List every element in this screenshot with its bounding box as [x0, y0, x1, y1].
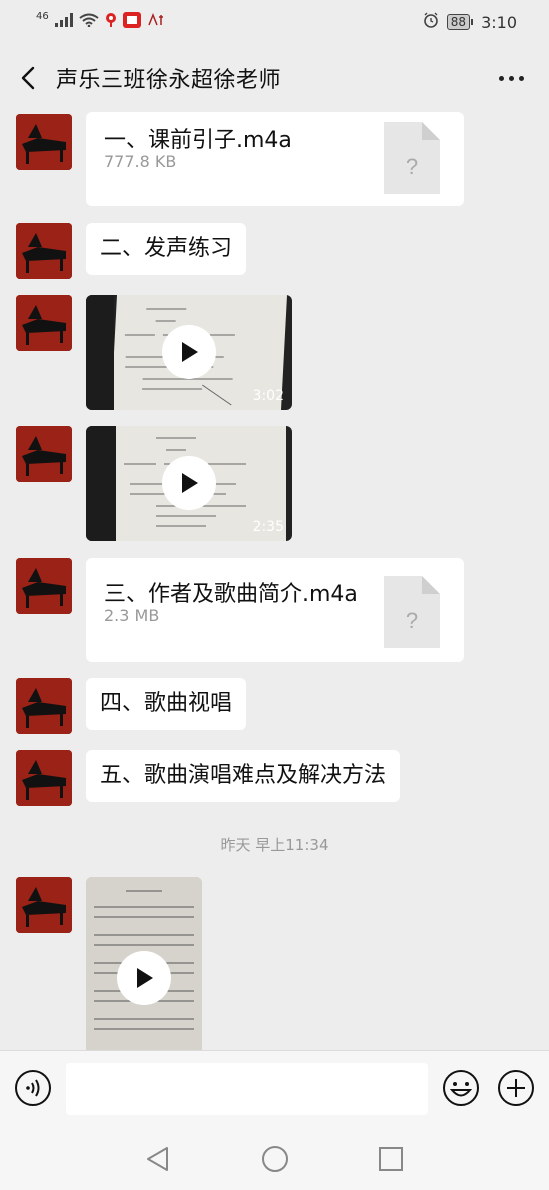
avatar[interactable]: [16, 223, 72, 279]
video-message-bubble[interactable]: 2:35: [86, 426, 292, 541]
video-duration: 2:35: [252, 519, 284, 535]
play-icon[interactable]: [162, 325, 216, 379]
unknown-file-icon: ?: [384, 576, 440, 648]
home-circle-icon[interactable]: [260, 1144, 290, 1174]
file-name: 一、课前引子.m4a: [104, 128, 292, 153]
recents-square-icon[interactable]: [376, 1144, 406, 1174]
file-message-bubble[interactable]: 一、课前引子.m4a 777.8 KB ?: [86, 112, 464, 206]
status-right: 88 3:10: [423, 12, 517, 32]
chevron-left-icon[interactable]: [14, 64, 42, 92]
voice-icon[interactable]: [14, 1069, 52, 1107]
signal-icon: [54, 13, 73, 30]
status-left: 46: [36, 11, 165, 31]
avatar[interactable]: [16, 295, 72, 351]
text-message-bubble[interactable]: 二、发声练习: [86, 223, 247, 275]
svg-text:?: ?: [406, 154, 418, 179]
wifi-icon: [79, 13, 99, 30]
file-message-bubble[interactable]: 三、作者及歌曲简介.m4a 2.3 MB ?: [86, 558, 464, 662]
file-size: 2.3 MB: [104, 606, 160, 625]
more-dots-icon[interactable]: [495, 64, 527, 92]
play-icon[interactable]: [162, 456, 216, 510]
network-label: 46: [36, 11, 49, 22]
avatar[interactable]: [16, 678, 72, 734]
message-input[interactable]: [66, 1063, 428, 1115]
battery-level: 88: [446, 14, 471, 30]
avatar[interactable]: [16, 750, 72, 806]
text-message-bubble[interactable]: 五、歌曲演唱难点及解决方法: [86, 750, 401, 802]
text-message-bubble[interactable]: 四、歌曲视唱: [86, 678, 247, 730]
system-navigation-bar: [0, 1128, 549, 1190]
message-timestamp: 昨天 早上11:34: [220, 836, 329, 854]
location-icon: [105, 12, 117, 31]
unknown-file-icon: ?: [384, 122, 440, 194]
clock: 3:10: [481, 12, 517, 32]
battery-icon: 88: [446, 14, 474, 30]
play-icon[interactable]: [117, 951, 171, 1005]
emoji-icon[interactable]: [442, 1069, 480, 1107]
chat-header: 声乐三班徐永超徐老师: [0, 44, 549, 112]
avatar[interactable]: [16, 114, 72, 170]
message-input-bar: [0, 1050, 549, 1129]
video-message-bubble[interactable]: [86, 877, 202, 1050]
app-notification-icon: [122, 12, 141, 31]
avatar[interactable]: [16, 877, 72, 933]
file-size: 777.8 KB: [104, 152, 177, 171]
video-duration: 3:02: [252, 388, 284, 404]
avatar[interactable]: [16, 426, 72, 482]
video-message-bubble[interactable]: 3:02: [86, 295, 292, 410]
app-notification-icon-2: [147, 12, 165, 30]
svg-text:?: ?: [406, 608, 418, 633]
plus-icon[interactable]: [497, 1069, 535, 1107]
alarm-icon: [423, 12, 439, 32]
back-triangle-icon[interactable]: [143, 1144, 173, 1174]
avatar[interactable]: [16, 558, 72, 614]
file-name: 三、作者及歌曲简介.m4a: [104, 582, 358, 607]
chat-title: 声乐三班徐永超徐老师: [56, 68, 282, 93]
chat-message-list[interactable]: 一、课前引子.m4a 777.8 KB ? 二、发声练习 3:02 2:35 三…: [0, 112, 549, 1050]
status-bar: 46 88 3:10: [0, 0, 549, 44]
